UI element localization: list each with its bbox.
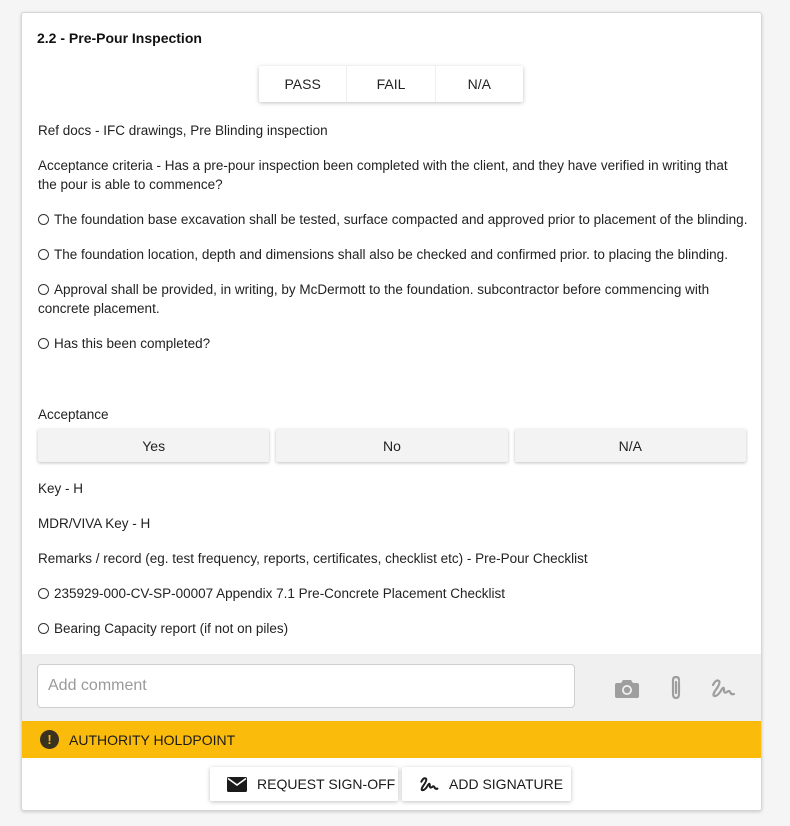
add-signature-label: ADD SIGNATURE [449,776,564,792]
section-title: 2.2 - Pre-Pour Inspection [37,30,202,46]
request-signoff-label: REQUEST SIGN-OFF [257,776,396,792]
key-text: Key - H [38,481,84,496]
acceptance-label: Acceptance [38,407,109,422]
comment-input[interactable] [37,664,575,708]
fail-button[interactable]: FAIL [346,66,434,102]
comment-bar [22,654,761,721]
criteria-bullet: Has this been completed? [38,334,748,353]
criteria-bullet: Approval shall be provided, in writing, … [38,282,710,316]
mdr-key-text: MDR/VIVA Key - H [38,516,151,531]
item-description: Ref docs - IFC drawings, Pre Blinding in… [38,121,748,369]
inspection-item-card: 2.2 - Pre-Pour Inspection PASS FAIL N/A … [21,12,762,811]
footer-actions: REQUEST SIGN-OFF ADD SIGNATURE [22,758,761,810]
acceptance-options: Yes No N/A [38,429,746,462]
circle-bullet-icon [38,623,49,634]
holdpoint-label: AUTHORITY HOLDPOINT [69,731,236,748]
acceptance-na-button[interactable]: N/A [514,429,746,462]
acceptance-criteria-text: Acceptance criteria - Has a pre-pour ins… [38,158,728,192]
add-signature-button[interactable]: ADD SIGNATURE [402,767,571,801]
circle-bullet-icon [38,214,49,225]
pass-button[interactable]: PASS [259,66,346,102]
record-item: Bearing Capacity report (if not on piles… [38,619,748,638]
signature-icon [419,775,439,793]
result-toggle-group: PASS FAIL N/A [259,66,523,102]
criteria-bullet: The foundation base excavation shall be … [38,210,748,229]
signature-icon[interactable] [709,674,737,702]
circle-bullet-icon [38,249,49,260]
acceptance-no-button[interactable]: No [276,429,508,462]
ref-docs-text: Ref docs - IFC drawings, Pre Blinding in… [38,123,328,138]
circle-bullet-icon [38,284,49,295]
circle-bullet-icon [38,588,49,599]
record-item: 235929-000-CV-SP-00007 Appendix 7.1 Pre-… [38,584,748,603]
remarks-text: Remarks / record (eg. test frequency, re… [38,551,588,566]
na-button[interactable]: N/A [434,66,523,102]
criteria-bullet: The foundation location, depth and dimen… [38,245,748,264]
acceptance-yes-button[interactable]: Yes [38,429,270,462]
paperclip-icon[interactable] [662,674,690,702]
envelope-icon [227,776,247,792]
authority-holdpoint-banner: ! AUTHORITY HOLDPOINT [22,721,761,758]
exclamation-circle-icon: ! [40,730,59,749]
camera-icon[interactable] [613,674,641,702]
request-signoff-button[interactable]: REQUEST SIGN-OFF [210,767,398,801]
item-details: Key - H MDR/VIVA Key - H Remarks / recor… [38,479,748,654]
circle-bullet-icon [38,338,49,349]
